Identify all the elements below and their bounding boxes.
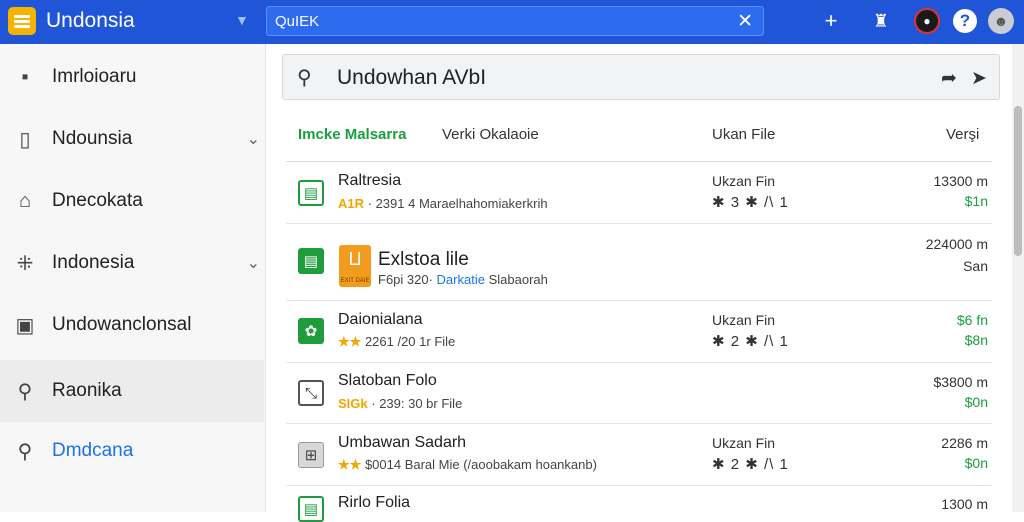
file-version: $8n	[964, 332, 988, 348]
file-size: 2286 m	[941, 435, 988, 451]
sidebar-item-label: Dmdcana	[52, 440, 134, 461]
sidebar-item-label: Dnecokata	[52, 190, 143, 211]
image-file-icon: ✿	[298, 318, 324, 344]
search-icon: ⚲	[17, 440, 33, 463]
spreadsheet-icon: ▤	[298, 248, 324, 274]
file-name: Daionialana	[338, 311, 423, 328]
file-size: 13300 m	[933, 173, 988, 189]
send-icon[interactable]: ➤	[971, 67, 987, 90]
network-icon: ⁜	[16, 252, 34, 275]
sidebar-item-label: Undowanclonsal	[52, 314, 192, 335]
table-row[interactable]: ⊞ Umbawan Sadarh ★★ $0014 Baral Mie (/ao…	[286, 424, 992, 486]
sidebar-item-label: Raonika	[52, 380, 122, 401]
file-meta: F6pi 320· Darkatie Slabaorah	[378, 272, 548, 287]
top-bar: Undonsia ▼ ✕ + ♜ ● ? ☻	[0, 0, 1024, 44]
file-counts: ✱ 2 ✱ /\ 1	[712, 333, 789, 350]
file-version: San	[963, 258, 988, 274]
main-search-input[interactable]	[337, 65, 897, 91]
column-header-2[interactable]: Verki Okalaoie	[442, 126, 539, 143]
file-meta: ★★ 2261 /20 1r File	[338, 334, 456, 349]
sidebar-item-label: Indonesia	[52, 252, 135, 273]
file-status: Ukzan Fin	[712, 173, 776, 189]
account-icon[interactable]: ●	[914, 8, 940, 34]
sidebar-item-1[interactable]: ▪ Imrloioaru	[0, 46, 264, 108]
file-version: $0n	[964, 455, 988, 471]
file-meta: A1R · 2391 4 Maraelhahomiakerkrih	[338, 196, 548, 211]
table-row[interactable]: ✿ Daionialana ★★ 2261 /20 1r File Ukzan …	[286, 301, 992, 363]
file-counts: ✱ 3 ✱ /\ 1	[712, 194, 789, 211]
top-search-input[interactable]	[275, 11, 715, 31]
archive-icon: ⊞	[298, 442, 324, 468]
spreadsheet-icon: ▤	[298, 496, 324, 522]
file-size: $3800 m	[933, 374, 988, 390]
file-name: Slatoban Folo	[338, 372, 437, 389]
file-meta: SIGk · 239: 30 br File	[338, 396, 463, 411]
sidebar-item-5[interactable]: ▣ Undowanclonsal	[0, 294, 264, 356]
file-name: Raltresia	[338, 172, 402, 189]
file-name: Exlstoa lile	[378, 249, 469, 270]
file-status: Ukzan Fin	[712, 312, 776, 328]
menu-icon[interactable]	[8, 7, 36, 35]
store-icon[interactable]: ♜	[867, 7, 895, 35]
sidebar-item-4[interactable]: ⁜ Indonesia ⌄	[0, 232, 264, 294]
main-search-field[interactable]: ⚲ ➦ ➤	[282, 54, 1000, 100]
column-header-1[interactable]: Imcke Malsarra	[298, 126, 406, 143]
table-row[interactable]: ▤ Rirlo Folia 1300 m	[286, 486, 992, 522]
help-icon[interactable]: ?	[953, 9, 977, 33]
app-title: Undonsia	[46, 9, 135, 32]
avatar-icon[interactable]: ☻	[988, 8, 1014, 34]
file-meta: ★★ $0014 Baral Mie (/aoobakam hoankanb)	[338, 457, 597, 472]
sidebar-item-label: Imrloioaru	[52, 66, 137, 87]
chevron-down-icon[interactable]: ⌄	[247, 253, 260, 273]
scrollbar[interactable]	[1012, 44, 1024, 512]
home-icon: ⌂	[18, 189, 32, 212]
column-header-4[interactable]: Verşi	[946, 126, 979, 143]
file-counts: ✱ 2 ✱ /\ 1	[712, 456, 789, 473]
file-name: Umbawan Sadarh	[338, 434, 467, 451]
sidebar-item-label: Ndounsia	[52, 128, 133, 149]
file-version: $1n	[964, 193, 988, 209]
image-icon: ▣	[15, 314, 35, 337]
sidebar-item-6[interactable]: ⚲ Raonika	[0, 360, 264, 422]
search-icon: ⚲	[297, 67, 312, 89]
top-search-field[interactable]: ✕	[266, 6, 764, 36]
sidebar-item-2[interactable]: ▯ Ndounsia ⌄	[0, 108, 264, 170]
table-row[interactable]: ▤ Raltresia A1R · 2391 4 Maraelhahomiake…	[286, 162, 992, 224]
scrollbar-thumb[interactable]	[1014, 106, 1022, 256]
square-icon: ▪	[21, 65, 29, 88]
file-name: Rirlo Folia	[338, 494, 411, 511]
file-status: Ukzan Fin	[712, 435, 776, 451]
share-icon[interactable]: ➦	[941, 67, 957, 90]
file-version: $0n	[964, 394, 988, 410]
sidebar-item-3[interactable]: ⌂ Dnecokata	[0, 170, 264, 232]
sidebar: ▪ Imrloioaru ▯ Ndounsia ⌄ ⌂ Dnecokata ⁜ …	[0, 44, 266, 512]
spreadsheet-icon: ▤	[298, 180, 324, 206]
file-size: 224000 m	[925, 236, 988, 252]
table-row[interactable]: ⤡ Slatoban Folo SIGk · 239: 30 br File $…	[286, 363, 992, 424]
sidebar-item-7[interactable]: ⚲ Dmdcana	[0, 420, 264, 482]
add-icon[interactable]: +	[817, 7, 845, 35]
key-icon: ⚲	[17, 380, 33, 403]
chevron-down-icon[interactable]: ⌄	[247, 129, 260, 149]
file-size: $6 fn	[956, 312, 988, 328]
document-icon: ▯	[19, 128, 31, 151]
caret-down-icon[interactable]: ▼	[235, 12, 249, 28]
main-panel: ⚲ ➦ ➤ Imcke Malsarra Verki Okalaoie Ukan…	[266, 44, 1024, 522]
file-size: 1300 m	[941, 496, 988, 512]
close-icon[interactable]: ✕	[737, 10, 753, 33]
table-row[interactable]: ▤ ⵡ EXIT DAIE Exlstoa lile F6pi 320· Dark…	[286, 224, 992, 301]
column-header-3[interactable]: Ukan File	[712, 126, 775, 143]
tool-file-icon: ⤡	[298, 380, 324, 406]
file-thumbnail: ⵡ EXIT DAIE	[339, 245, 371, 287]
